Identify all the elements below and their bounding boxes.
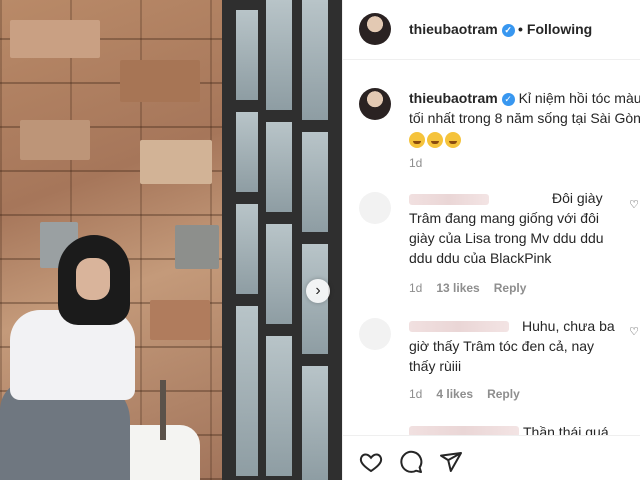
caption-username[interactable]: thieubaotram: [409, 90, 498, 106]
brick: [140, 140, 212, 184]
chevron-right-icon: ›: [315, 282, 321, 299]
door-pane: [302, 366, 328, 480]
door-pane: [266, 224, 292, 324]
caption-avatar[interactable]: [359, 88, 391, 120]
comment-2: Huhu, chưa ba giờ thấy Trâm tóc đen cả, …: [409, 316, 615, 376]
comment-timestamp: 1d: [409, 281, 423, 295]
brick: [10, 20, 100, 58]
post-sidebar: thieubaotram ✓ • Following thieubaotram ✓ K…: [342, 0, 640, 480]
following-button[interactable]: Following: [527, 21, 592, 37]
heart-icon[interactable]: [359, 450, 383, 474]
comment-1: Đôi giày Trâm đang mang giống với đôi gi…: [409, 188, 604, 268]
door-pane: [266, 122, 292, 212]
comment-line: Trâm đang mang giống với đôi: [409, 210, 599, 226]
caption-timestamp: 1d: [409, 156, 423, 170]
comment-line: thấy rùiii: [409, 358, 462, 374]
comment-1-meta: 1d 13 likes Reply: [409, 281, 540, 295]
separator-dot: •: [518, 21, 523, 37]
comment-avatar[interactable]: [359, 318, 391, 350]
comment-likes[interactable]: 4 likes: [436, 387, 473, 401]
comment-timestamp: 1d: [409, 387, 423, 401]
faucet: [160, 380, 166, 440]
verified-badge-icon: ✓: [501, 93, 515, 106]
caption: thieubaotram ✓ Kỉ niệm hồi tóc màu tối nh…: [409, 88, 640, 150]
reply-button[interactable]: Reply: [494, 281, 527, 295]
door-pane: [236, 204, 258, 294]
brick: [175, 225, 219, 269]
glass-door: [222, 0, 342, 480]
reply-button[interactable]: Reply: [487, 387, 520, 401]
brick: [20, 120, 90, 160]
door-pane: [302, 132, 328, 232]
verified-badge-icon: ✓: [501, 24, 515, 37]
laughing-face-icon: [445, 132, 461, 148]
caption-emojis: [409, 130, 640, 150]
comment-line: Đôi giày: [552, 190, 603, 206]
door-pane: [266, 0, 292, 110]
laughing-face-icon: [409, 132, 425, 148]
comment-line: ddu ddu của BlackPink: [409, 250, 552, 266]
caption-line-2: tối nhất trong 8 năm sống tại Sài Gòn: [409, 110, 640, 126]
comment-avatar[interactable]: [359, 192, 391, 224]
post-header: thieubaotram ✓ • Following: [343, 0, 640, 60]
caption-line-1: Kỉ niệm hồi tóc màu: [518, 90, 640, 106]
post-username[interactable]: thieubaotram ✓: [409, 21, 515, 37]
door-pane: [236, 306, 258, 476]
door-pane: [302, 0, 328, 120]
person-face: [76, 258, 110, 300]
comment-line: giày của Lisa trong Mv ddu ddu: [409, 230, 604, 246]
laughing-face-icon: [427, 132, 443, 148]
door-pane: [236, 112, 258, 192]
brick: [150, 300, 210, 340]
action-bar: [343, 435, 640, 480]
share-icon[interactable]: [439, 450, 463, 474]
door-pane: [236, 10, 258, 100]
comment-line: giờ thấy Trâm tóc đen cả, nay: [409, 338, 595, 354]
brick: [120, 60, 200, 102]
like-comment-heart-icon[interactable]: ♡: [629, 325, 639, 338]
next-photo-button[interactable]: ›: [306, 279, 330, 303]
comment-likes[interactable]: 13 likes: [436, 281, 479, 295]
door-pane: [266, 336, 292, 476]
avatar[interactable]: [359, 13, 391, 45]
username-text[interactable]: thieubaotram: [409, 21, 498, 37]
comment-icon[interactable]: [399, 450, 423, 474]
comment-line: Huhu, chưa ba: [522, 318, 615, 334]
follow-status[interactable]: • Following: [518, 21, 592, 37]
like-comment-heart-icon[interactable]: ♡: [629, 198, 639, 211]
post-photo[interactable]: ›: [0, 0, 342, 480]
comment-2-meta: 1d 4 likes Reply: [409, 387, 534, 401]
